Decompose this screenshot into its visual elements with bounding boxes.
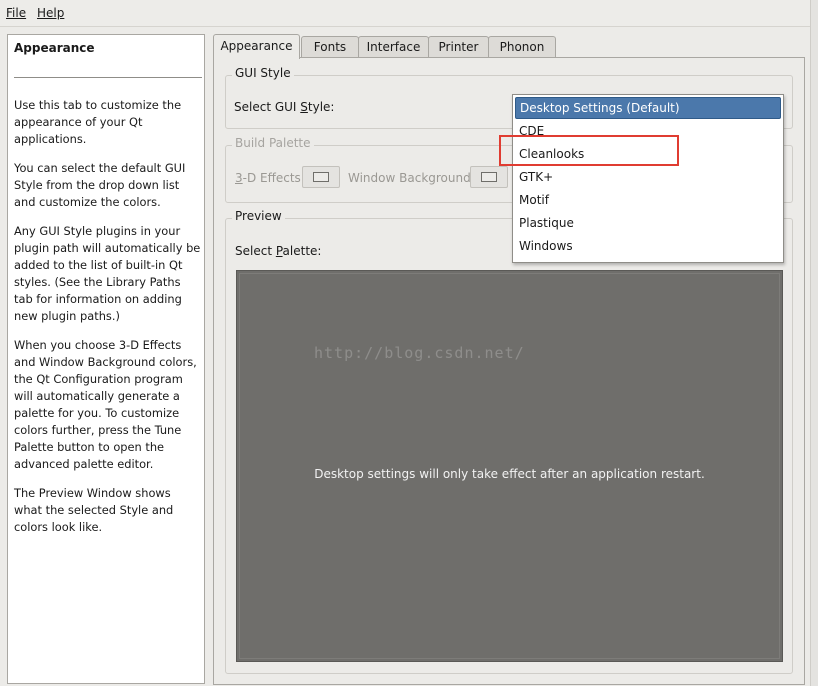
menu-help-label: Help bbox=[37, 6, 65, 20]
select-palette-label: Select Palette: bbox=[235, 244, 322, 258]
menu-bar: File Help bbox=[0, 0, 818, 27]
help-divider bbox=[14, 77, 202, 78]
preview-window: Desktop settings will only take effect a… bbox=[236, 270, 783, 662]
tab-appearance[interactable]: Appearance bbox=[213, 34, 300, 59]
window-background-swatch bbox=[481, 172, 497, 182]
tab-phonon[interactable]: Phonon bbox=[488, 36, 556, 58]
preview-message: Desktop settings will only take effect a… bbox=[314, 467, 705, 481]
help-paragraph-4: When you choose 3-D Effects and Window B… bbox=[14, 338, 197, 471]
dropdown-option-motif[interactable]: Motif bbox=[515, 189, 781, 211]
tab-fonts[interactable]: Fonts bbox=[301, 36, 359, 58]
three-d-effects-label: 3-D Effects: bbox=[235, 171, 305, 185]
annotation-highlight-box bbox=[499, 135, 679, 166]
menu-file-label: File bbox=[6, 6, 27, 20]
help-body: Use this tab to customize the appearance… bbox=[14, 97, 202, 548]
window-background-color-button[interactable] bbox=[470, 166, 508, 188]
tab-printer[interactable]: Printer bbox=[428, 36, 489, 58]
help-title: Appearance bbox=[14, 41, 95, 55]
tab-interface[interactable]: Interface bbox=[358, 36, 429, 58]
three-d-effects-swatch bbox=[313, 172, 329, 182]
three-d-effects-color-button[interactable] bbox=[302, 166, 340, 188]
dropdown-option-desktop-settings[interactable]: Desktop Settings (Default) bbox=[515, 97, 781, 119]
help-paragraph-2: You can select the default GUI Style fro… bbox=[14, 161, 186, 209]
menu-file[interactable]: File bbox=[6, 6, 26, 20]
dropdown-option-windows[interactable]: Windows bbox=[515, 235, 781, 257]
preview-title: Preview bbox=[232, 209, 285, 223]
help-paragraph-3: Any GUI Style plugins in your plugin pat… bbox=[14, 224, 201, 323]
dropdown-option-gtk[interactable]: GTK+ bbox=[515, 166, 781, 188]
build-palette-title: Build Palette bbox=[232, 136, 314, 150]
dropdown-option-plastique[interactable]: Plastique bbox=[515, 212, 781, 234]
menu-help[interactable]: Help bbox=[37, 6, 64, 20]
help-paragraph-1: Use this tab to customize the appearance… bbox=[14, 98, 182, 146]
gui-style-title: GUI Style bbox=[232, 66, 294, 80]
window-edge bbox=[810, 0, 818, 686]
gui-style-dropdown-list[interactable]: Desktop Settings (Default) CDE Cleanlook… bbox=[512, 94, 784, 263]
help-pane[interactable]: Appearance Use this tab to customize the… bbox=[7, 34, 205, 684]
help-paragraph-5: The Preview Window shows what the select… bbox=[14, 486, 174, 534]
preview-inner-frame bbox=[239, 273, 780, 659]
window-background-label: Window Background: bbox=[348, 171, 475, 185]
select-gui-style-label: Select GUI Style: bbox=[234, 100, 335, 114]
watermark: http://blog.csdn.net/ bbox=[314, 344, 525, 362]
